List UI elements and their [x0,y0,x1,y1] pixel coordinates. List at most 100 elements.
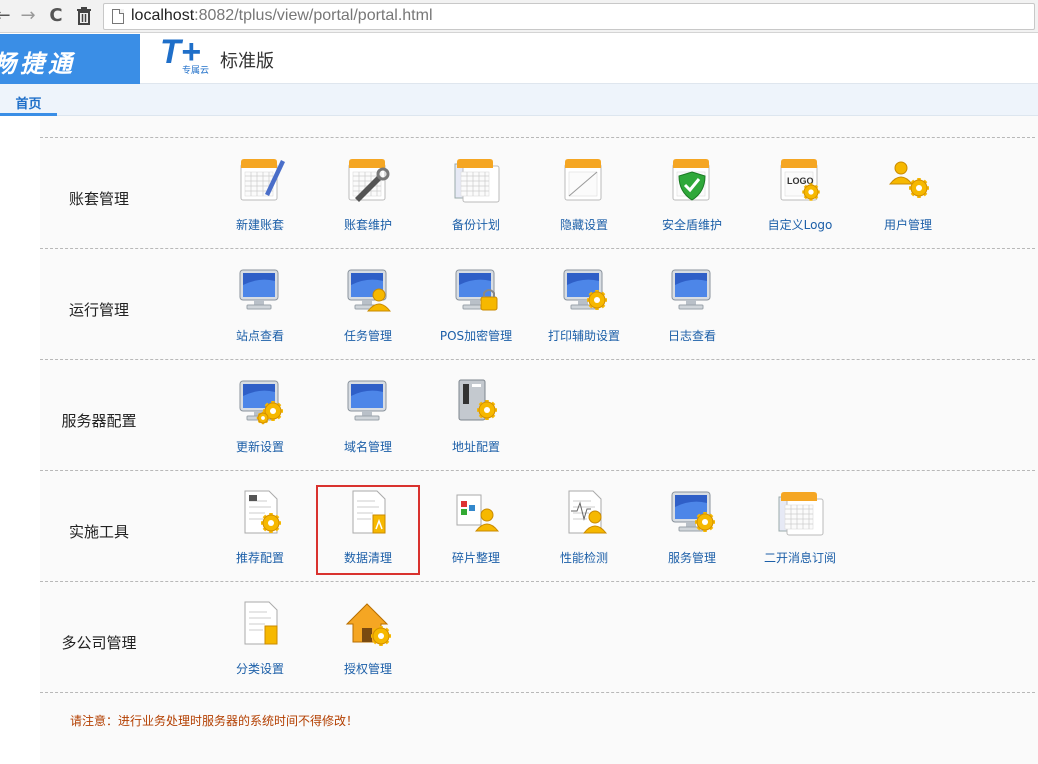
reload-button[interactable]: C [45,5,67,27]
tool-document-gear[interactable]: 推荐配置 [210,487,310,573]
tool-label: 备份计划 [451,218,500,232]
section-0: 账套管理新建账套 账套维护 备份计划 隐藏设置 安全盾维护 LOGO 自定义Logo 用户管理 [40,137,1035,248]
section-title: 服务器配置 [61,412,137,430]
section-3: 实施工具推荐配置 数据清理 碎片整理 性能检测 服务管理 二开消息订阅 [40,470,1035,581]
tool-label: 安全盾维护 [661,218,722,232]
tool-monitor-domain[interactable]: 域名管理 [318,376,418,462]
category-doc-icon [235,598,285,648]
tool-label: 日志查看 [667,329,716,343]
tool-ledger-pen[interactable]: 新建账套 [210,154,310,240]
backup-plan-icon [451,154,501,204]
tool-label: POS加密管理 [439,329,513,343]
tool-security-shield[interactable]: 安全盾维护 [642,154,742,240]
edition-label: 标准版 [220,51,274,72]
url-path: :8082/tplus/view/portal/portal.html [194,7,433,24]
tool-label: 新建账套 [235,218,284,232]
tool-user-gear[interactable]: 用户管理 [858,154,958,240]
tool-label: 域名管理 [343,440,392,454]
ledger-pen-icon [235,154,285,204]
tab-home[interactable]: 首页 [0,93,57,116]
section-title: 多公司管理 [61,634,137,652]
tool-data-cleanup[interactable]: 数据清理 [316,485,420,575]
tool-backup-plan[interactable]: 备份计划 [426,154,526,240]
section-2: 服务器配置更新设置 域名管理 地址配置 [40,359,1035,470]
portal-content: 账套管理新建账套 账套维护 备份计划 隐藏设置 安全盾维护 LOGO 自定义Logo 用户管理… [40,116,1038,764]
hide-settings-icon [559,154,609,204]
app-header: 畅捷通 T+ 专属云 标准版 [0,33,1038,84]
monitor-log-icon [667,265,717,315]
security-shield-icon [667,154,717,204]
address-url[interactable]: localhost:8082/tplus/view/portal/portal.… [131,7,433,25]
service-monitor-gear-icon [667,487,717,537]
tool-monitor[interactable]: 站点查看 [210,265,310,351]
performance-user-icon [559,487,609,537]
monitor-icon [235,265,285,315]
tool-label: 分类设置 [235,662,284,676]
brand-banner: 畅捷通 [0,34,140,84]
brand-name: 畅捷通 [0,50,76,78]
section-title: 账套管理 [68,190,129,208]
tool-label: 自定义Logo [767,218,833,232]
monitor-user-icon [343,265,393,315]
tool-service-monitor-gear[interactable]: 服务管理 [642,487,742,573]
tool-message-subscribe[interactable]: 二开消息订阅 [750,487,850,573]
document-gear-icon [235,487,285,537]
tool-monitor-gear[interactable]: 打印辅助设置 [534,265,634,351]
trash-icon [77,7,91,25]
tplus-logo: T+ 专属云 [160,33,218,77]
ledger-wrench-icon [343,154,393,204]
tool-label: 二开消息订阅 [763,551,836,565]
tool-performance-user[interactable]: 性能检测 [534,487,634,573]
back-button[interactable]: ← [0,5,14,27]
tool-hide-settings[interactable]: 隐藏设置 [534,154,634,240]
back-arrow-icon: ← [0,5,11,26]
tool-monitor-log[interactable]: 日志查看 [642,265,742,351]
logo-sub: 专属云 [182,66,210,76]
section-4: 多公司管理分类设置 授权管理 [40,581,1035,692]
trash-button[interactable] [73,5,95,27]
server-gear-icon [451,376,501,426]
browser-toolbar: ← → C localhost:8082/tplus/view/portal/p… [0,0,1038,33]
tool-custom-logo[interactable]: LOGO 自定义Logo [750,154,850,240]
tool-monitor-lock[interactable]: POS加密管理 [426,265,526,351]
tool-server-gear[interactable]: 地址配置 [426,376,526,462]
section-title: 运行管理 [68,301,129,319]
monitor-gear-icon [559,265,609,315]
tool-label: 碎片整理 [451,551,500,565]
url-host: localhost [131,7,195,24]
tool-label: 推荐配置 [235,551,284,565]
tool-defrag-user[interactable]: 碎片整理 [426,487,526,573]
tool-label: 任务管理 [343,329,392,343]
defrag-user-icon [451,487,501,537]
section-title: 实施工具 [68,523,129,541]
monitor-update-gear-icon [235,376,285,426]
tab-bar: 首页 [0,84,1038,116]
user-gear-icon [883,154,933,204]
tool-monitor-user[interactable]: 任务管理 [318,265,418,351]
tool-label: 账套维护 [343,218,392,232]
tool-label: 性能检测 [559,551,608,565]
tool-house-gear[interactable]: 授权管理 [318,598,418,684]
reload-icon: C [49,5,63,26]
forward-arrow-icon: → [20,5,36,26]
monitor-lock-icon [451,265,501,315]
notice-text: 请注意：进行业务处理时服务器的系统时间不得修改！ [70,714,359,728]
tool-label: 用户管理 [883,218,932,232]
forward-button[interactable]: → [17,5,39,27]
tool-label: 站点查看 [235,329,284,343]
tool-label: 更新设置 [235,440,284,454]
tool-category-doc[interactable]: 分类设置 [210,598,310,684]
tool-ledger-wrench[interactable]: 账套维护 [318,154,418,240]
address-bar[interactable]: localhost:8082/tplus/view/portal/portal.… [103,3,1035,30]
monitor-domain-icon [343,376,393,426]
tool-monitor-update-gear[interactable]: 更新设置 [210,376,310,462]
tool-label: 隐藏设置 [559,218,608,232]
page-icon [112,9,124,24]
house-gear-icon [343,598,393,648]
tool-label: 数据清理 [343,551,392,565]
data-cleanup-icon [343,487,393,537]
tool-label: 授权管理 [343,662,392,676]
tool-label: 打印辅助设置 [547,329,620,343]
tool-label: 服务管理 [667,551,716,565]
custom-logo-icon: LOGO [775,154,825,204]
